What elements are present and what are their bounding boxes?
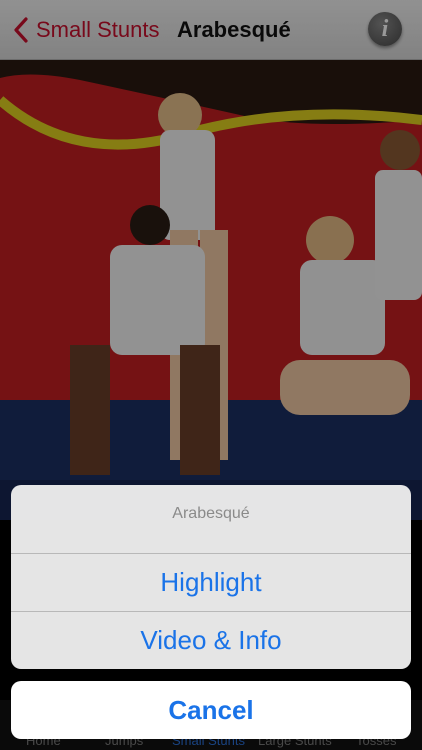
video-info-option[interactable]: Video & Info: [11, 612, 411, 669]
action-sheet: Arabesqué Highlight Video & Info: [11, 485, 411, 669]
action-sheet-title: Arabesqué: [11, 485, 411, 554]
highlight-option[interactable]: Highlight: [11, 554, 411, 612]
cancel-button[interactable]: Cancel: [11, 681, 411, 739]
